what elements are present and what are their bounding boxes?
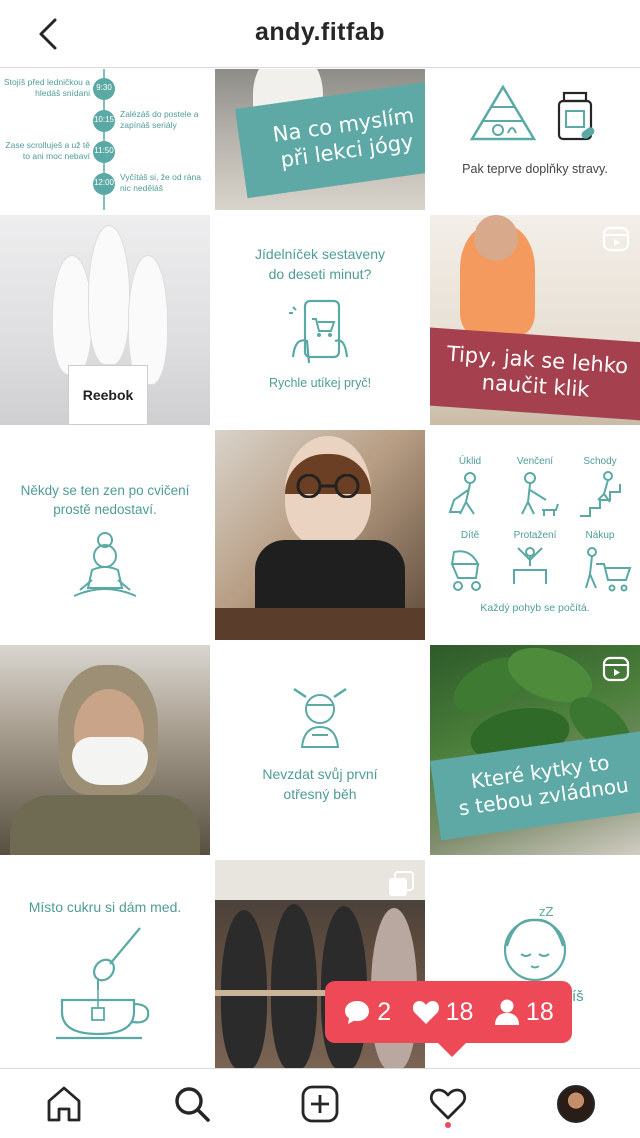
post-pushup-tips[interactable]: Tipy, jak se lehko naučit klik [430,215,640,425]
bottom-nav [0,1068,640,1138]
food-pyramid-icon [469,84,537,141]
person-head [474,215,518,261]
movement-label-1: Úklid [458,456,482,467]
stairs-icon [580,471,621,517]
meal-plan-heading: Jídelníček sestaveny do deseti minut? [215,245,425,284]
post-plants[interactable]: Které kytky to s tebou zvládnou [430,645,640,855]
post-yoga[interactable]: Na co myslím při lekci jógy [215,69,425,210]
nav-home[interactable] [34,1074,94,1134]
honey-tea-icon [56,927,150,1040]
zen-line-2: prostě nedostaví. [53,501,157,517]
vacuum-icon [448,472,476,515]
post-mask-selfie[interactable] [0,645,210,855]
glasses-icon [296,474,360,498]
table [215,608,425,640]
activity-indicator-dot [445,1121,451,1128]
likes-count-value: 18 [445,997,474,1026]
supplement-jar-icon [557,91,595,141]
stroller-icon [450,550,481,591]
stretching-icon [513,547,547,584]
post-honey[interactable]: Místo cukru si dám med. [0,860,210,1070]
first-run-line-1: Nevzdat svůj první [262,766,378,782]
reels-icon [602,656,630,682]
nav-activity[interactable] [418,1074,478,1134]
post-first-run[interactable]: Nevzdat svůj první otřesný běh [215,645,425,855]
meal-plan-line-2: do deseti minut? [268,265,372,282]
heart-outline-icon [429,1088,467,1119]
post-movement[interactable]: Úklid Venčení Schody Dítě Protažení Náku… [430,430,640,640]
movement-label-2: Venčení [516,456,554,467]
sleep-partial-text: íš [572,988,584,1005]
follows-count-value: 18 [525,997,554,1026]
movement-icons-row-2 [450,547,632,592]
post-group-reebok[interactable]: Reebok [0,215,210,425]
timeline-text-4: Vyčítáš si, že od rána nic neděláš [120,172,201,194]
first-run-line-2: otřesný běh [283,785,357,802]
profile-username: andy.fitfab [254,18,386,46]
post-timeline[interactable]: 9:30 10:15 11:50 12:00 Stojíš před ledni… [0,69,210,210]
carousel-icon [389,871,414,896]
add-post-icon [301,1085,339,1122]
first-run-heading: Nevzdat svůj první otřesný běh [215,765,425,804]
timeline-text-1: Stojíš před ledničkou a hledáš snídani [4,77,90,99]
meal-plan-footer: Rychle utíkej pryč! [268,376,372,390]
meal-plan-line-1: Jídelníček sestaveny [255,246,385,262]
zen-line-1: Někdy se ten zen po cvičení [20,483,190,498]
post-zen[interactable]: Někdy se ten zen po cvičení prostě nedos… [0,430,210,640]
post-supplements[interactable]: Pak teprve doplňky stravy. [430,69,640,210]
runner-girl-icon [293,687,347,748]
reels-icon [602,226,630,252]
follows-count: 18 [494,998,554,1027]
movement-label-5: Protažení [513,530,557,541]
search-icon [175,1086,210,1122]
phone-shopping-icon [289,299,349,364]
face-mask [72,737,148,785]
sleeping-face-icon: zZ [503,906,567,982]
supplements-caption: Pak teprve doplňky stravy. [462,162,608,176]
avatar [557,1084,595,1123]
home-icon [47,1086,81,1121]
svg-text:zZ: zZ [539,906,554,919]
posts-grid: 9:30 10:15 11:50 12:00 Stojíš před ledni… [0,69,640,1070]
heart-icon [412,1001,439,1024]
comments-count-value: 2 [377,997,392,1026]
person-icon [494,999,519,1025]
time-3: 11:50 [94,146,114,155]
tips-banner: Tipy, jak se lehko naučit klik [430,327,640,421]
person-figure [88,225,130,365]
timeline-text-3: Zase scrolluješ a už tě to ani moc nebav… [5,140,90,162]
movement-icons-row-1 [448,471,621,517]
post-meal-plan[interactable]: Jídelníček sestaveny do deseti minut? Ry… [215,215,425,425]
dog-walking-icon [521,472,559,516]
comment-icon [345,1001,370,1024]
honey-caption: Místo cukru si dám med. [28,899,182,915]
nav-profile[interactable] [546,1074,606,1134]
person-figure [52,255,92,375]
reebok-box-label: Reebok [82,387,134,403]
nav-new-post[interactable] [290,1074,350,1134]
shopping-icon [585,547,632,592]
likes-count: 18 [412,997,474,1027]
reebok-box: Reebok [68,365,148,425]
profile-header: andy.fitfab [0,0,640,68]
time-1: 9:30 [96,83,112,92]
zen-heading: Někdy se ten zen po cvičení prostě nedos… [0,482,210,520]
activity-popup[interactable]: 2 18 18 [325,981,572,1057]
movement-label-4: Dítě [460,530,480,541]
time-2: 10:15 [93,115,115,124]
post-glasses[interactable] [215,430,425,640]
jacket [10,795,200,855]
movement-label-3: Schody [583,456,617,467]
movement-footer: Každý pohyb se počítá. [480,602,590,614]
meditation-icon [73,532,137,597]
movement-label-6: Nákup [585,530,615,541]
person-figure [271,904,317,1070]
nav-search[interactable] [162,1074,222,1134]
comments-count: 2 [343,998,391,1027]
time-4: 12:00 [93,178,115,187]
timeline-text-2: Zalézáš do postele a zapínáš seriály [120,109,199,131]
